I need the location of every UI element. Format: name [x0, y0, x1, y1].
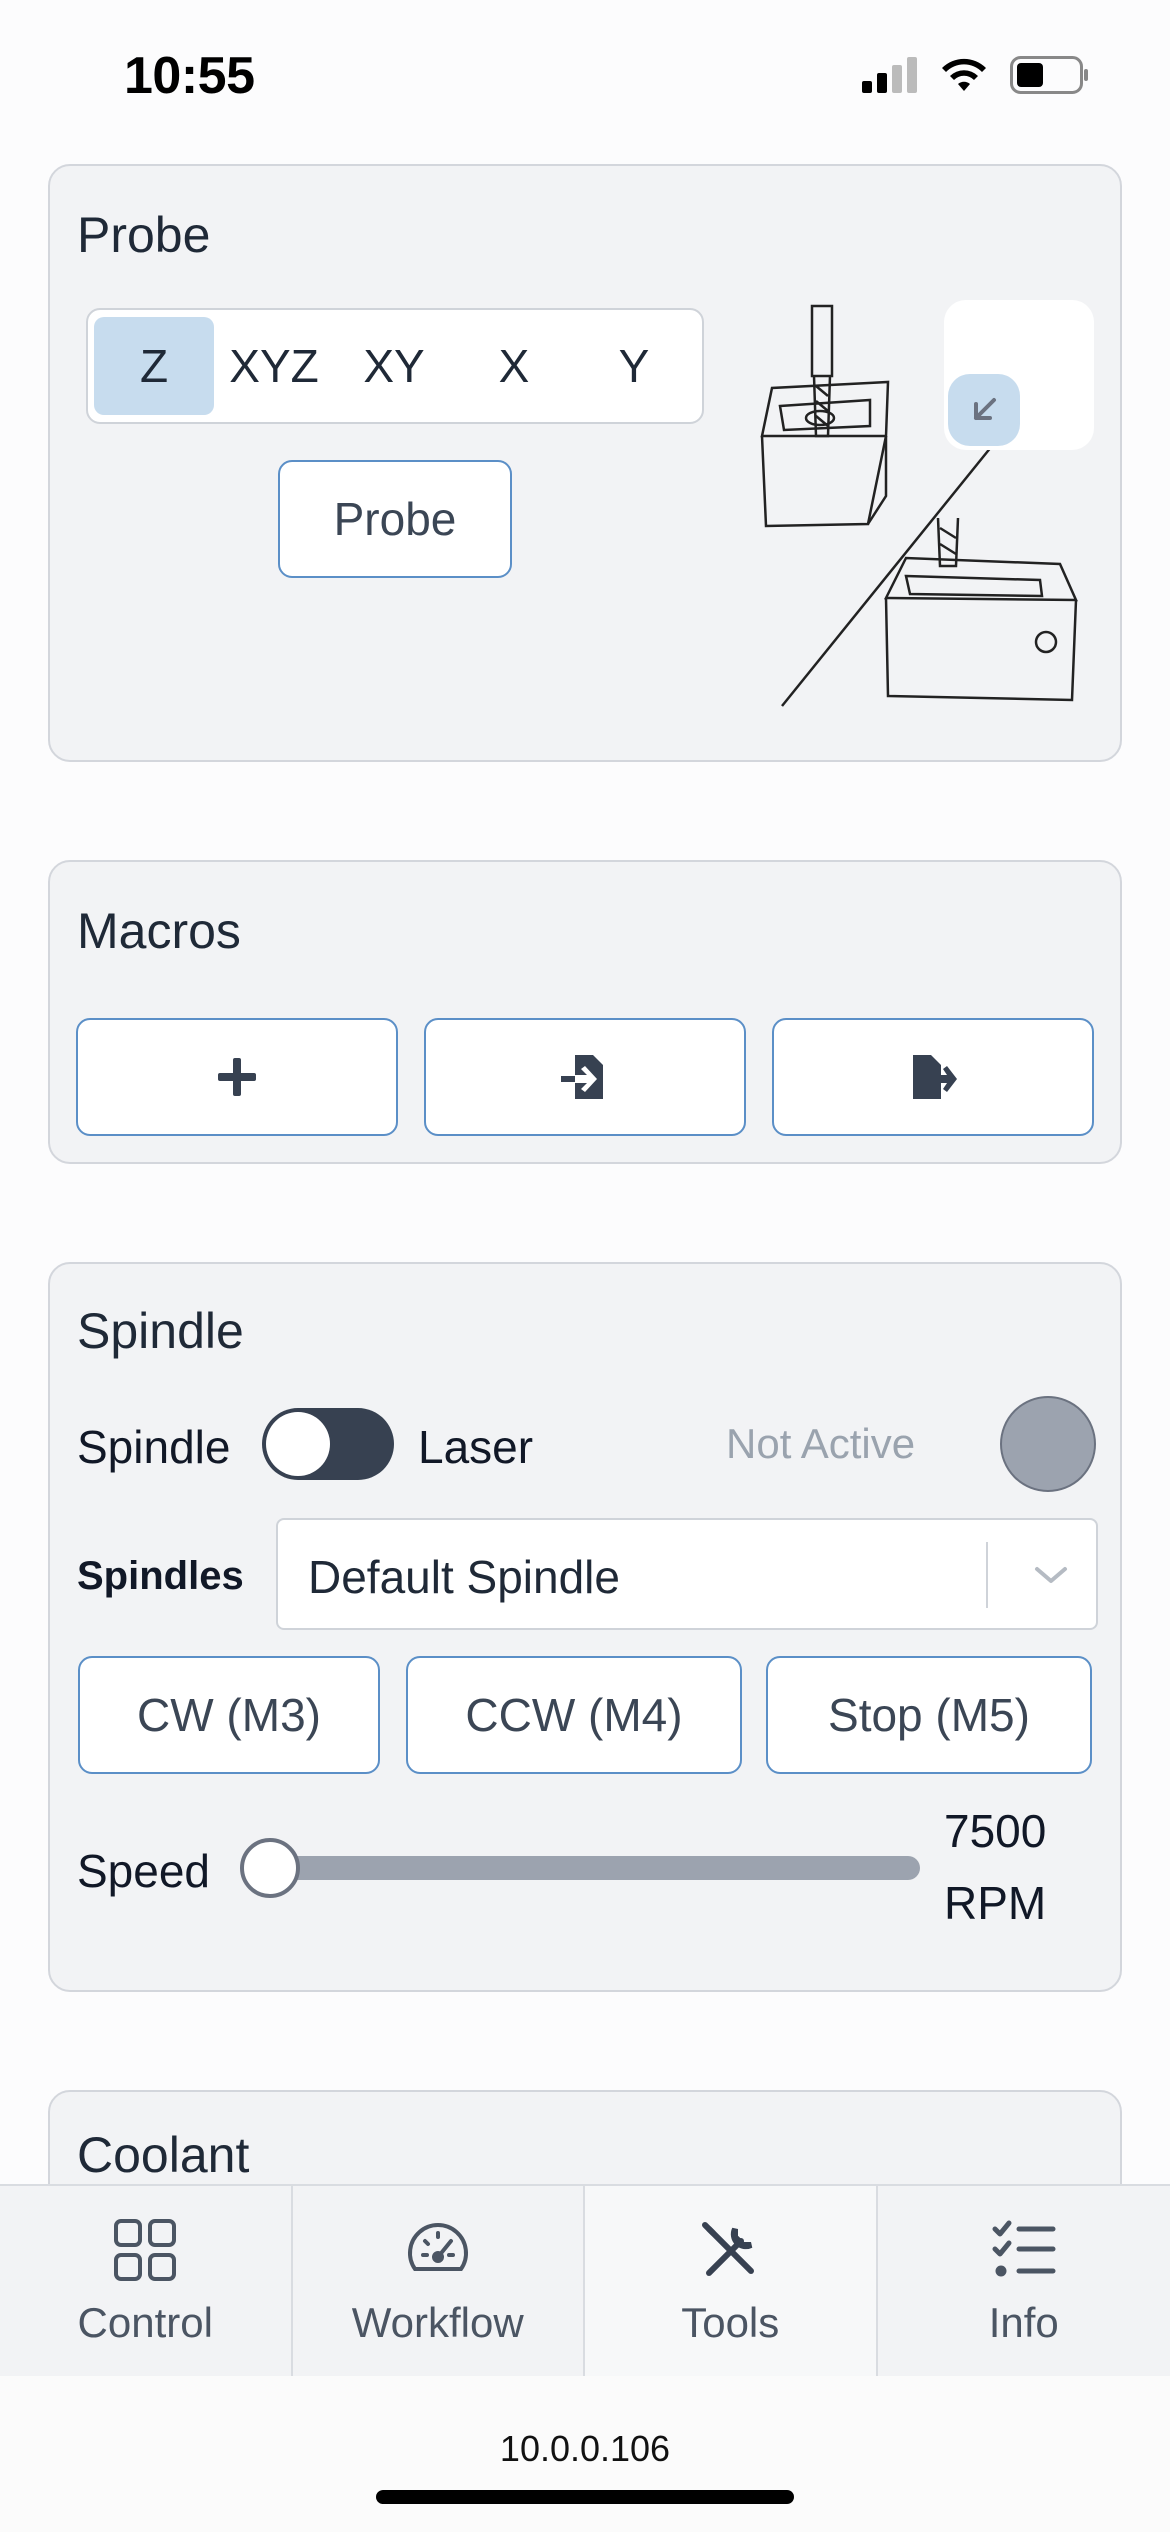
macros-title: Macros [77, 903, 241, 959]
wifi-icon [942, 58, 986, 91]
grid-icon [114, 2219, 177, 2281]
spindle-select[interactable]: Default Spindle [276, 1518, 1098, 1630]
probe-axis-x[interactable]: X [454, 317, 574, 415]
tools-icon [702, 2222, 755, 2276]
spindles-label: Spindles [77, 1554, 244, 1598]
speed-slider-track[interactable] [250, 1856, 920, 1880]
probe-axis-xy[interactable]: XY [334, 317, 454, 415]
probe-axis-y[interactable]: Y [574, 317, 694, 415]
status-icons [862, 56, 1090, 94]
battery-icon [1010, 56, 1088, 94]
file-export-icon [913, 1055, 957, 1099]
speed-slider-thumb[interactable] [240, 1838, 300, 1898]
export-macro-button[interactable] [772, 1018, 1094, 1136]
probe-axis-z[interactable]: Z [94, 317, 214, 415]
bottom-nav: Control Workflow Tools Info [0, 2184, 1170, 2376]
home-indicator[interactable] [376, 2490, 794, 2504]
nav-workflow[interactable]: Workflow [293, 2186, 585, 2376]
cw-m3-button[interactable]: CW (M3) [78, 1656, 380, 1774]
probe-panel: Probe Z XYZ XY X Y Probe [48, 164, 1122, 762]
speed-unit: RPM [944, 1877, 1047, 1929]
import-macro-button[interactable] [424, 1018, 746, 1136]
cellular-signal-icon [862, 57, 917, 93]
nav-label-workflow: Workflow [351, 2299, 524, 2346]
gauge-icon [407, 2223, 468, 2271]
nav-info[interactable]: Info [878, 2186, 1170, 2376]
chevron-down-icon [1016, 1542, 1086, 1608]
status-bar: 10:55 [0, 0, 1170, 150]
add-macro-button[interactable] [76, 1018, 398, 1136]
speed-value: 7500 [944, 1805, 1047, 1857]
spindle-panel: Spindle Spindle Laser Not Active Spindle… [48, 1262, 1122, 1992]
plus-icon [218, 1058, 256, 1096]
nav-label-info: Info [988, 2299, 1059, 2346]
nav-control[interactable]: Control [0, 2186, 293, 2376]
nav-label-control: Control [77, 2299, 213, 2346]
macros-panel: Macros [48, 860, 1122, 1164]
probe-axis-xyz[interactable]: XYZ [214, 317, 334, 415]
select-divider [986, 1542, 988, 1608]
coolant-title: Coolant [77, 2127, 250, 2183]
spindle-status-text: Not Active [726, 1420, 916, 1467]
file-import-icon [561, 1055, 603, 1099]
address-url: 10.0.0.106 [499, 2428, 671, 2469]
address-bar[interactable]: 10.0.0.106 [0, 2376, 1170, 2532]
nav-tools[interactable]: Tools [585, 2186, 878, 2376]
status-time: 10:55 [124, 47, 255, 105]
probe-axis-selector: Z XYZ XY X Y [86, 308, 704, 424]
toggle-knob [266, 1412, 330, 1476]
spindle-select-value: Default Spindle [308, 1551, 620, 1603]
probe-button[interactable]: Probe [278, 460, 512, 578]
stop-m5-button[interactable]: Stop (M5) [766, 1656, 1092, 1774]
expand-arrow-icon[interactable] [948, 374, 1020, 446]
probe-title: Probe [77, 207, 211, 263]
ccw-m4-button[interactable]: CCW (M4) [406, 1656, 742, 1774]
nav-label-tools: Tools [681, 2299, 780, 2346]
spindle-status-indicator [1000, 1396, 1096, 1492]
spindle-mode-label: Spindle [77, 1421, 231, 1473]
laser-mode-label: Laser [418, 1421, 534, 1473]
checklist-icon [992, 2220, 1056, 2277]
speed-label: Speed [77, 1845, 211, 1897]
spindle-title: Spindle [77, 1303, 244, 1359]
spindle-laser-toggle[interactable] [262, 1408, 394, 1480]
